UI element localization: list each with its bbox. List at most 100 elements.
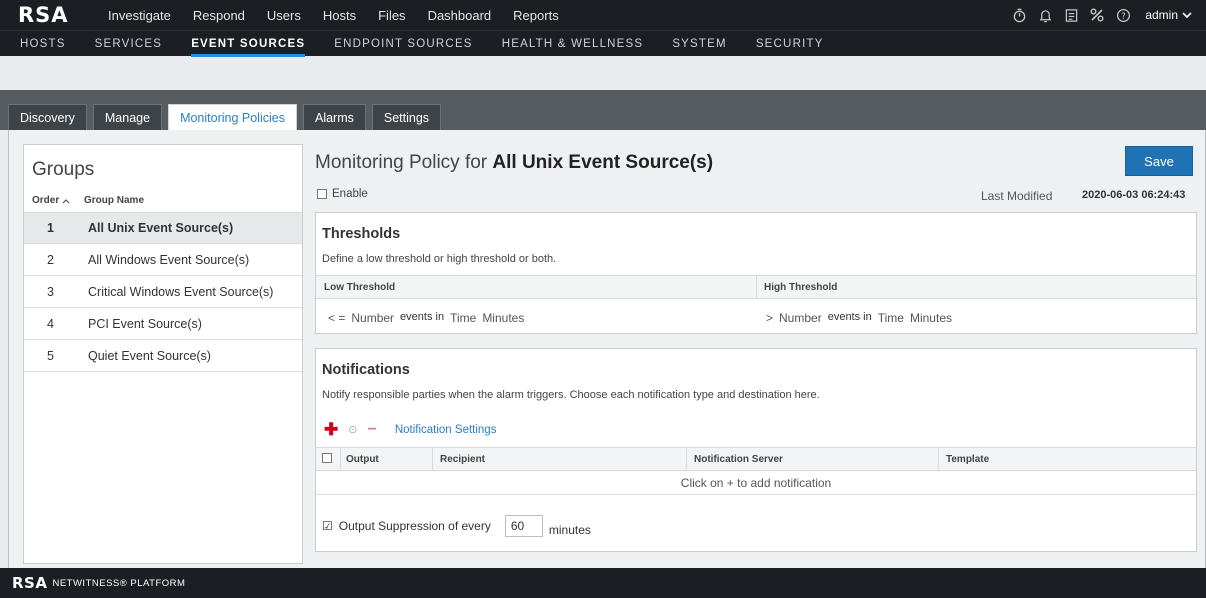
subnav-services[interactable]: SERVICES (95, 31, 163, 57)
group-order: 1 (47, 221, 54, 235)
notification-server-column-header[interactable]: Notification Server (694, 454, 783, 465)
template-column-header[interactable]: Template (946, 454, 989, 465)
suppression-minutes-input[interactable]: 60 (504, 515, 543, 537)
sort-asc-icon (62, 198, 70, 203)
top-icons: ? admin (1011, 0, 1192, 30)
threshold-divider (756, 275, 757, 299)
high-threshold-row: > Number events in Time Minutes (766, 311, 952, 325)
footer: RSA NETWITNESS® PLATFORM (0, 568, 1206, 598)
notifications-empty-message: Click on + to add notification (316, 471, 1196, 495)
subnav-health-wellness[interactable]: HEALTH & WELLNESS (502, 31, 644, 57)
recipient-column-header[interactable]: Recipient (440, 454, 485, 465)
low-number-input[interactable]: Number (351, 311, 394, 325)
group-order: 3 (47, 285, 54, 299)
group-name-column-header[interactable]: Group Name (82, 195, 144, 206)
group-order: 5 (47, 349, 54, 363)
bell-icon[interactable] (1037, 7, 1053, 23)
nav-reports[interactable]: Reports (513, 8, 559, 23)
output-column-header[interactable]: Output (346, 454, 379, 465)
footer-product-name: NETWITNESS® PLATFORM (52, 577, 186, 589)
user-name: admin (1145, 8, 1178, 22)
group-name: All Unix Event Source(s) (88, 221, 234, 235)
suppression-unit: minutes (548, 523, 591, 537)
order-header-label: Order (32, 195, 60, 206)
groups-table-header: Order Group Name (24, 189, 302, 213)
save-button[interactable]: Save (1125, 146, 1193, 176)
low-time-input[interactable]: Time (450, 311, 476, 325)
high-time-input[interactable]: Time (878, 311, 904, 325)
tab-alarms[interactable]: Alarms (302, 104, 366, 130)
tab-manage[interactable]: Manage (92, 104, 163, 130)
nav-users[interactable]: Users (267, 8, 301, 23)
tools-icon[interactable] (1089, 7, 1105, 23)
low-events-in: events in (400, 311, 445, 323)
subnav-event-sources[interactable]: EVENT SOURCES (191, 31, 306, 57)
high-operator: > (766, 311, 774, 325)
output-suppression-row: ☑ Output Suppression of every 60 minutes (322, 515, 591, 537)
high-unit: Minutes (909, 311, 952, 325)
nav-investigate[interactable]: Investigate (108, 8, 171, 23)
user-menu[interactable]: admin (1145, 8, 1192, 22)
nav-files[interactable]: Files (378, 8, 405, 23)
subnav-system[interactable]: SYSTEM (672, 31, 727, 57)
group-name: All Windows Event Source(s) (88, 253, 250, 267)
nav-hosts[interactable]: Hosts (323, 8, 356, 23)
content-area: Groups Order Group Name 1 All Unix Event… (8, 130, 1206, 568)
rsa-logo[interactable]: RSA (18, 3, 94, 27)
footer-rsa-logo: RSA (12, 574, 48, 592)
low-operator: < = (328, 311, 346, 325)
help-icon[interactable]: ? (1115, 7, 1131, 23)
groups-panel: Groups Order Group Name 1 All Unix Event… (23, 144, 303, 564)
subnav-hosts[interactable]: HOSTS (20, 31, 66, 57)
high-events-in: events in (827, 311, 872, 323)
notifications-description: Notify responsible parties when the alar… (322, 389, 820, 401)
last-modified-label: Last Modified (981, 189, 1053, 203)
column-separator (432, 448, 433, 470)
group-row-5[interactable]: 5 Quiet Event Source(s) (24, 341, 302, 372)
column-separator (340, 448, 341, 470)
dropdown-circle-icon[interactable]: ⊙ (348, 423, 357, 436)
order-column-header[interactable]: Order (24, 195, 82, 206)
timer-icon[interactable] (1011, 7, 1027, 23)
group-row-3[interactable]: 3 Critical Windows Event Source(s) (24, 277, 302, 308)
tab-settings[interactable]: Settings (371, 104, 442, 130)
subnav-security[interactable]: SECURITY (756, 31, 824, 57)
nav-respond[interactable]: Respond (193, 8, 245, 23)
notifications-title: Notifications (322, 362, 410, 378)
thresholds-title: Thresholds (322, 226, 401, 242)
tab-strip: Discovery Manage Monitoring Policies Ala… (0, 90, 1206, 130)
group-name: Critical Windows Event Source(s) (88, 285, 274, 299)
suppression-label: Output Suppression of every (338, 519, 491, 533)
nav-dashboard[interactable]: Dashboard (428, 8, 492, 23)
column-separator (938, 448, 939, 470)
chevron-down-icon (1182, 12, 1192, 19)
tab-discovery[interactable]: Discovery (8, 104, 87, 130)
enable-label: Enable (332, 188, 368, 200)
subnav-endpoint-sources[interactable]: ENDPOINT SOURCES (334, 31, 472, 57)
svg-text:?: ? (1121, 10, 1125, 20)
notification-settings-link[interactable]: Notification Settings (395, 424, 497, 436)
groups-title: Groups (32, 159, 95, 180)
group-row-1[interactable]: 1 All Unix Event Source(s) (24, 213, 302, 244)
column-separator (686, 448, 687, 470)
title-prefix: Monitoring Policy for (315, 152, 488, 173)
high-number-input[interactable]: Number (779, 311, 822, 325)
tab-monitoring-policies[interactable]: Monitoring Policies (168, 104, 297, 130)
notifications-section: Notifications Notify responsible parties… (315, 348, 1197, 552)
enable-checkbox-row[interactable]: Enable (317, 188, 368, 200)
thresholds-section: Thresholds Define a low threshold or hig… (315, 212, 1197, 334)
suppression-checkbox-checked-icon[interactable]: ☑ (322, 519, 333, 533)
high-threshold-header: High Threshold (764, 282, 838, 293)
title-group: All Unix Event Source(s) (492, 152, 714, 173)
add-notification-icon[interactable]: ✚ (324, 421, 338, 438)
low-unit: Minutes (482, 311, 525, 325)
group-row-2[interactable]: 2 All Windows Event Source(s) (24, 245, 302, 276)
page-title: Monitoring Policy for All Unix Event Sou… (315, 152, 713, 174)
enable-checkbox[interactable] (317, 189, 327, 199)
select-all-checkbox[interactable] (322, 453, 332, 463)
notes-icon[interactable] (1063, 7, 1079, 23)
notification-toolbar: ✚ ⊙ − Notification Settings (324, 421, 496, 438)
low-threshold-row: < = Number events in Time Minutes (328, 311, 524, 325)
group-row-4[interactable]: 4 PCI Event Source(s) (24, 309, 302, 340)
remove-notification-icon[interactable]: − (367, 421, 376, 438)
